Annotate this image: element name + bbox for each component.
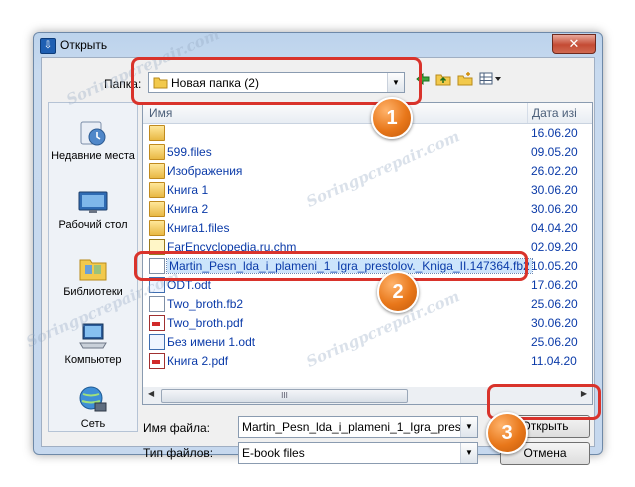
file-date: 25.06.20 [531,297,578,311]
file-date: 30.06.20 [531,183,578,197]
list-item[interactable]: Книга 1 30.06.20 [143,180,592,199]
list-item[interactable]: Книга 2.pdf 11.04.20 [143,351,592,370]
file-name: Изображения [167,164,243,178]
file-date: 10.05.20 [531,259,578,273]
scroll-left-icon[interactable]: ◀ [148,389,154,398]
filename-field[interactable]: Martin_Pesn_lda_i_plameni_1_Igra_prestol… [238,416,478,438]
scroll-thumb[interactable]: III [161,389,408,403]
file-date: 09.05.20 [531,145,578,159]
view-menu-icon[interactable] [478,72,504,90]
filetype-value: E-book files [242,446,305,460]
file-date: 25.06.20 [531,335,578,349]
callout-badge-2: 2 [377,271,419,313]
computer-icon [79,323,107,349]
callout-badge-3: 3 [486,412,528,454]
pdf-file-icon [149,315,165,331]
chevron-down-icon[interactable]: ▼ [460,443,477,463]
file-list[interactable]: Имя Дата изі 16.06.20 599.files 09.05.20 Из… [142,102,593,389]
place-desktop[interactable]: Рабочий стол [49,190,137,232]
file-name: Книга 2 [167,202,209,216]
file-date: 26.02.20 [531,164,578,178]
pdf-file-icon [149,353,165,369]
folder-icon [149,182,165,198]
list-item[interactable]: Без имени 1.odt 25.06.20 [143,332,592,351]
close-button[interactable]: ✕ [552,34,596,54]
odt-file-icon [149,334,165,350]
place-label: Сеть [80,418,106,430]
file-date: 11.04.20 [531,354,577,368]
callout-highlight-lookin [131,57,422,105]
up-folder-icon[interactable] [434,72,452,90]
column-header-date[interactable]: Дата изі [527,103,592,123]
libraries-icon [79,259,107,281]
new-folder-icon[interactable] [456,72,474,90]
folder-icon [149,220,165,236]
column-header-name[interactable]: Имя [149,106,172,120]
file-date: 02.09.20 [531,240,578,254]
list-item[interactable]: Книга 2 30.06.20 [143,199,592,218]
network-icon [79,386,107,412]
folder-icon [149,125,165,141]
file-date: 17.06.20 [531,278,578,292]
list-item[interactable]: Two_broth.fb2 25.06.20 [143,294,592,313]
desktop-icon [78,191,108,213]
filename-label: Имя файла: [143,421,210,435]
recent-places-icon [80,121,106,146]
places-bar: Недавние места Рабочий стол Библиотеки К… [48,102,138,432]
app-icon: ⇩ [40,38,56,54]
place-libraries[interactable]: Библиотеки [49,253,137,299]
file-name: Без имени 1.odt [167,335,256,349]
list-item[interactable]: Two_broth.pdf 30.06.20 [143,313,592,332]
chevron-down-icon[interactable]: ▼ [460,417,477,437]
place-recent[interactable]: Недавние места [49,119,137,163]
filetype-select[interactable]: E-book files ▼ [238,442,478,464]
place-computer[interactable]: Компьютер [49,321,137,367]
folder-icon [149,201,165,217]
file-name: Two_broth.pdf [167,316,244,330]
file-date: 16.06.20 [531,126,578,140]
callout-badge-1: 1 [371,97,413,139]
file-name: Книга 1 [167,183,209,197]
window-title: Открыть [60,38,108,52]
place-label: Компьютер [64,354,122,366]
file-date: 04.04.20 [531,221,578,235]
place-label: Библиотеки [63,286,123,298]
file-name: Книга 2.pdf [167,354,229,368]
folder-icon [149,144,165,160]
place-label: Недавние места [51,150,135,162]
filetype-label: Тип файлов: [143,446,214,460]
callout-highlight-file [134,251,528,281]
list-item[interactable]: 16.06.20 [143,123,592,142]
list-header: Имя Дата изі [143,103,592,124]
folder-icon [149,163,165,179]
list-item[interactable]: Изображения 26.02.20 [143,161,592,180]
title-bar: ⇩ Открыть ✕ [34,33,602,57]
file-name: Two_broth.fb2 [167,297,244,311]
file-date: 30.06.20 [531,202,578,216]
file-name: Книга1.files [167,221,230,235]
fb2-file-icon [149,296,165,312]
list-item[interactable]: Книга1.files 04.04.20 [143,218,592,237]
filename-value: Martin_Pesn_lda_i_plameni_1_Igra_prestol… [242,420,462,434]
list-item[interactable]: 599.files 09.05.20 [143,142,592,161]
place-label: Рабочий стол [58,219,128,231]
file-date: 30.06.20 [531,316,578,330]
place-network[interactable]: Сеть [49,385,137,431]
file-name: 599.files [167,145,212,159]
